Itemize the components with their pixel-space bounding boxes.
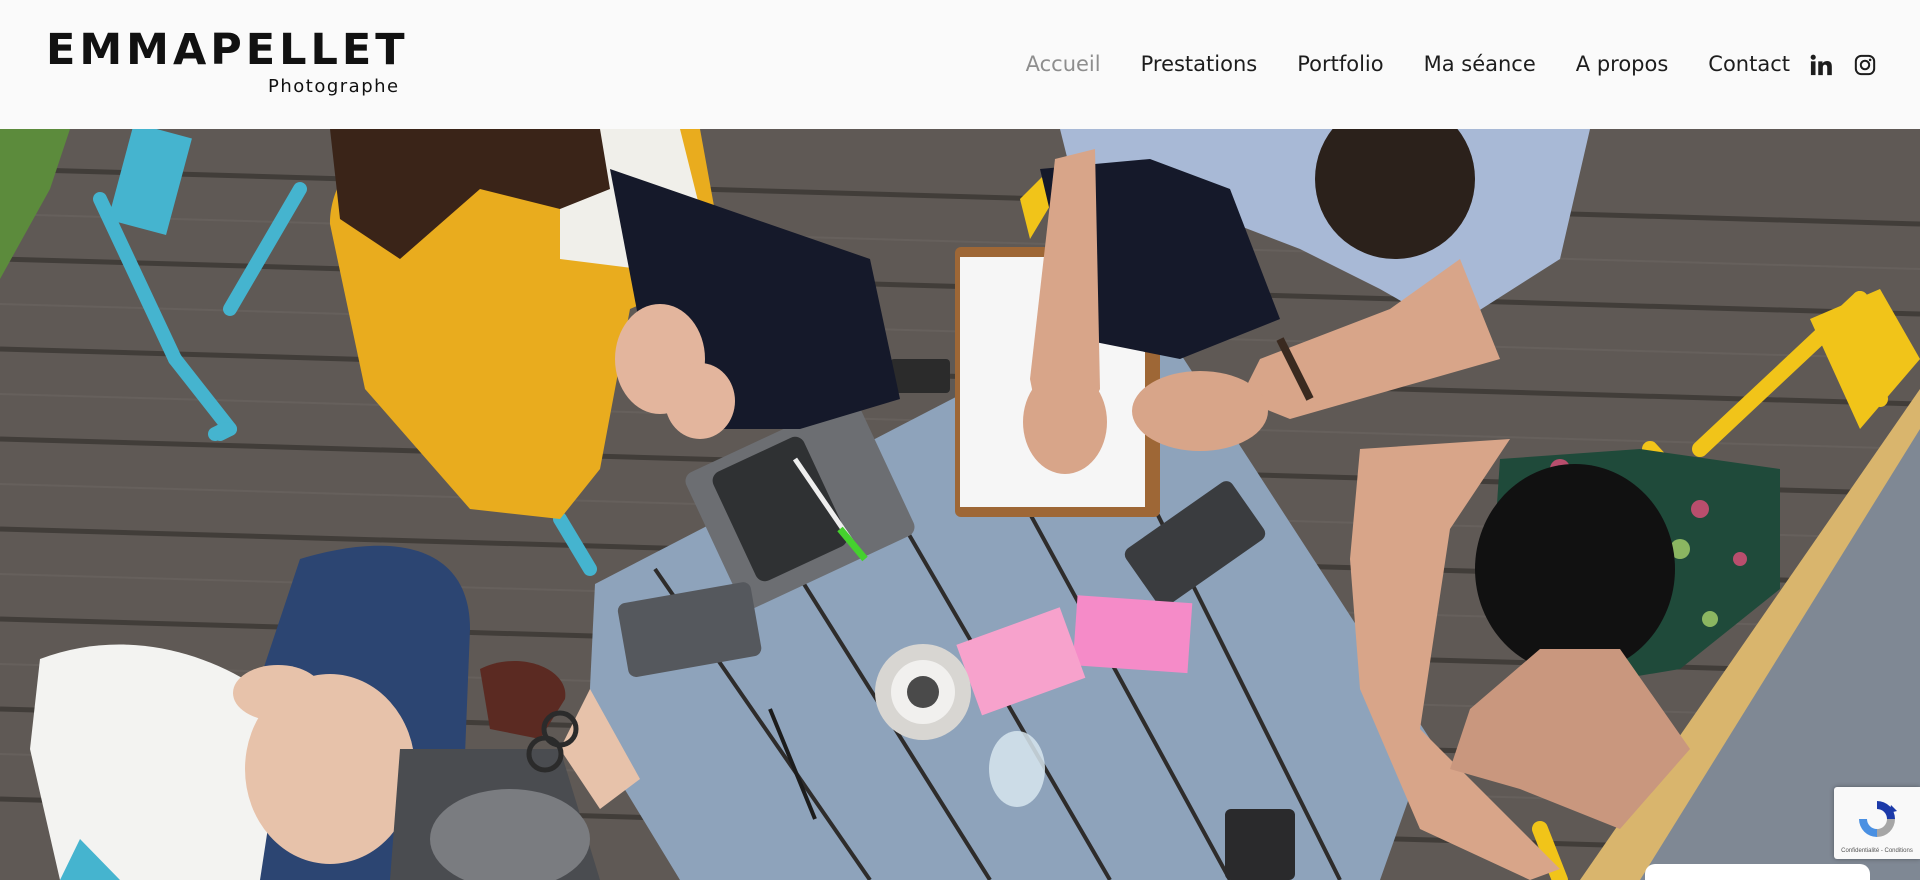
nav-item-prestations[interactable]: Prestations (1141, 52, 1258, 76)
nav-item-portfolio[interactable]: Portfolio (1297, 52, 1383, 76)
hero-photo (0, 129, 1920, 880)
recaptcha-icon (1859, 801, 1897, 837)
logo-wordmark: EMMAPELLET (46, 25, 409, 75)
recaptcha-badge[interactable]: Confidentialité - Conditions (1834, 787, 1920, 859)
site-header: EMMAPELLET Photographe Accueil Prestatio… (0, 0, 1920, 129)
logo-tagline: Photographe (268, 76, 400, 97)
recaptcha-terms[interactable]: Confidentialité - Conditions (1834, 848, 1920, 854)
main-nav: Accueil Prestations Portfolio Ma séance … (1026, 52, 1790, 76)
nav-item-accueil[interactable]: Accueil (1026, 52, 1101, 76)
social-links (1810, 54, 1876, 76)
nav-item-a-propos[interactable]: A propos (1576, 52, 1669, 76)
nav-item-ma-seance[interactable]: Ma séance (1424, 52, 1536, 76)
floating-panel-edge (1645, 864, 1870, 880)
instagram-icon[interactable] (1854, 54, 1876, 76)
linkedin-icon[interactable] (1810, 54, 1832, 76)
hero-image (0, 129, 1920, 880)
site-logo[interactable]: EMMAPELLET Photographe (46, 25, 409, 97)
nav-item-contact[interactable]: Contact (1708, 52, 1790, 76)
